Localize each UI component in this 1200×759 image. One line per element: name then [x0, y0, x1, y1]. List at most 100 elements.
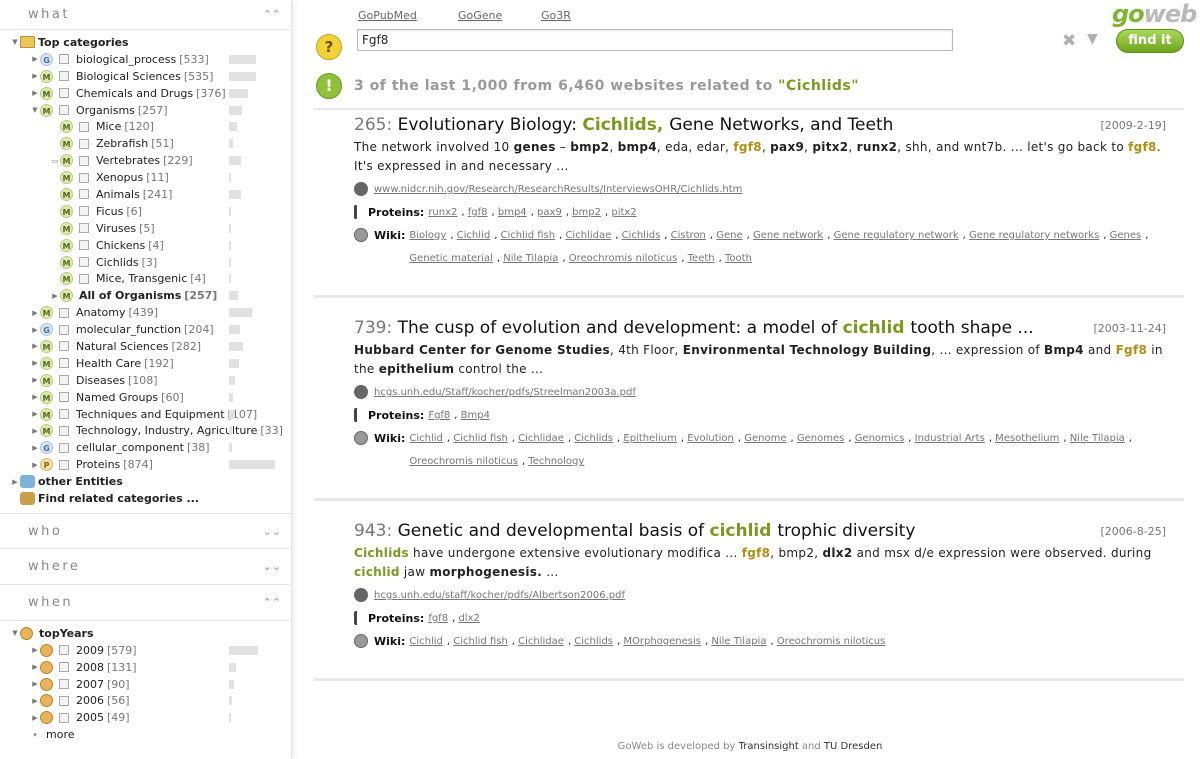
tree-label[interactable]: 2009 — [76, 644, 104, 657]
tree-label[interactable]: Zebrafish — [96, 137, 148, 150]
tree-label[interactable]: Mice — [96, 120, 121, 133]
search-input[interactable] — [357, 29, 953, 51]
wiki-link[interactable]: Cichlids — [574, 636, 613, 647]
checkbox[interactable] — [79, 206, 89, 217]
expand-toggle-icon[interactable]: ▼ — [30, 106, 40, 114]
expand-toggle-icon[interactable]: ▭ — [50, 157, 60, 165]
tree-label[interactable]: Animals — [96, 188, 140, 201]
checkbox[interactable] — [59, 679, 69, 690]
tree-item[interactable]: M Ficus [6] — [0, 203, 291, 220]
result-url[interactable]: www.nidcr.nih.gov/Research/ResearchResul… — [374, 178, 742, 201]
checkbox[interactable] — [59, 662, 69, 673]
wiki-link[interactable]: Teeth — [688, 253, 715, 264]
tree-item[interactable]: ▭ M Vertebrates [229] — [0, 152, 291, 169]
wiki-link[interactable]: Cichlids — [574, 433, 613, 444]
tree-label[interactable]: Organisms — [76, 104, 135, 117]
tree-label[interactable]: Xenopus — [96, 171, 143, 184]
tree-label[interactable]: Vertebrates — [96, 154, 160, 167]
tree-item[interactable]: M Viruses [5] — [0, 220, 291, 237]
year-item[interactable]: ▶ 2006 [56] — [0, 693, 291, 710]
expand-toggle-icon[interactable]: ▶ — [30, 680, 40, 688]
section-who-header[interactable]: who ⌄⌄ — [0, 512, 291, 549]
checkbox[interactable] — [59, 425, 69, 436]
tree-label[interactable]: Diseases — [76, 374, 125, 387]
wiki-link[interactable]: Oreochromis niloticus — [569, 253, 678, 264]
tree-label[interactable]: Proteins — [76, 458, 120, 471]
collapse-icon[interactable]: ⌃⌃ — [263, 0, 281, 30]
result-url[interactable]: hcgs.unh.edu/staff/kocher/pdfs/Albertson… — [374, 584, 625, 607]
protein-link[interactable]: pax9 — [537, 207, 562, 218]
tree-item[interactable]: ▶ Gbiological_process [533] — [0, 51, 291, 68]
expand-toggle-icon[interactable]: ▶ — [30, 326, 40, 334]
protein-link[interactable]: bmp4 — [498, 207, 527, 218]
checkbox[interactable] — [79, 273, 89, 284]
expand-toggle-icon[interactable]: ▼ — [10, 38, 20, 46]
checkbox[interactable] — [79, 172, 89, 183]
checkbox[interactable] — [79, 240, 89, 251]
checkbox[interactable] — [59, 375, 69, 386]
checkbox[interactable] — [59, 71, 69, 82]
expand-toggle-icon[interactable]: ▶ — [30, 410, 40, 418]
result-title[interactable]: 943: Genetic and developmental basis of … — [354, 521, 1166, 541]
checkbox[interactable] — [59, 442, 69, 453]
tree-label[interactable]: more — [46, 728, 75, 741]
checkbox[interactable] — [59, 392, 69, 403]
tree-item[interactable]: ▶ M Technology, Industry, Agriculture [33] — [0, 422, 291, 439]
tree-item[interactable]: ▶ M Natural Sciences [282] — [0, 338, 291, 355]
result-url[interactable]: hcgs.unh.edu/Staff/kocher/pdfs/Streelman… — [374, 381, 636, 404]
expand-toggle-icon[interactable]: ▶ — [30, 714, 40, 722]
wiki-link[interactable]: Tooth — [725, 253, 752, 264]
expand-toggle-icon[interactable]: ▶ — [30, 427, 40, 435]
protein-link[interactable]: dlx2 — [458, 613, 479, 624]
link-gopubmed[interactable]: GoPubMed — [358, 9, 417, 22]
expand-toggle-icon[interactable]: ▶ — [30, 89, 40, 97]
protein-link[interactable]: fgf8 — [468, 207, 488, 218]
tree-label[interactable]: Top categories — [38, 36, 129, 49]
tree-label[interactable]: cellular_component — [76, 441, 184, 454]
checkbox[interactable] — [79, 138, 89, 149]
wiki-link[interactable]: Cichlidae — [518, 433, 564, 444]
tree-label[interactable]: molecular_function — [76, 323, 181, 336]
checkbox[interactable] — [59, 88, 69, 99]
section-where-header[interactable]: where ⌄⌄ — [0, 549, 291, 585]
link-gogene[interactable]: GoGene — [458, 9, 502, 22]
year-item[interactable]: ▶ 2009 [579] — [0, 642, 291, 659]
expand-icon[interactable]: ⌄⌄ — [263, 549, 281, 585]
wiki-link[interactable]: Cichlids — [622, 230, 661, 241]
checkbox[interactable] — [59, 645, 69, 656]
wiki-link[interactable]: Cichlid — [409, 636, 443, 647]
expand-toggle-icon[interactable]: ▶ — [30, 461, 40, 469]
tree-label[interactable]: Viruses — [96, 222, 136, 235]
checkbox[interactable] — [59, 341, 69, 352]
find-it-button[interactable]: find it — [1116, 29, 1184, 53]
checkbox[interactable] — [59, 105, 69, 115]
tree-item[interactable]: ▶ Gcellular_component [38] — [0, 439, 291, 456]
checkbox[interactable] — [79, 223, 89, 234]
tree-label[interactable]: Chickens — [96, 239, 145, 252]
expand-toggle-icon[interactable]: ▼ — [10, 629, 20, 637]
more-link[interactable]: ▾ more — [0, 726, 291, 743]
wiki-link[interactable]: Nile Tilapia — [1070, 433, 1125, 444]
tree-item[interactable]: M Cichlids [3] — [0, 254, 291, 271]
protein-link[interactable]: Fgf8 — [428, 410, 450, 421]
expand-toggle-icon[interactable]: ▶ — [30, 342, 40, 350]
tree-item[interactable]: M Mice [120] — [0, 118, 291, 135]
tree-label[interactable]: Health Care — [76, 357, 141, 370]
wiki-link[interactable]: Cichlidae — [565, 230, 611, 241]
tree-item-all-organisms[interactable]: ▶ M All of Organisms [257] — [0, 287, 291, 304]
collapse-icon[interactable]: ⌃⌃ — [263, 585, 281, 621]
wiki-link[interactable]: Nile Tilapia — [503, 253, 558, 264]
expand-toggle-icon[interactable]: ▶ — [30, 55, 40, 63]
tree-label[interactable]: Anatomy — [76, 306, 126, 319]
tree-label[interactable]: 2007 — [76, 678, 104, 691]
tree-item[interactable]: ▶ M Anatomy [439] — [0, 304, 291, 321]
tree-label[interactable]: biological_process — [76, 53, 176, 66]
tree-label[interactable]: topYears — [39, 627, 94, 640]
tree-label[interactable]: Cichlids — [96, 256, 139, 269]
wiki-link[interactable]: Gene regulatory networks — [969, 230, 1099, 241]
wiki-link[interactable]: Evolution — [687, 433, 734, 444]
checkbox[interactable] — [59, 54, 69, 65]
expand-toggle-icon[interactable]: ▶ — [30, 359, 40, 367]
wiki-link[interactable]: Cichlid — [457, 230, 491, 241]
expand-toggle-icon[interactable]: ▶ — [30, 663, 40, 671]
